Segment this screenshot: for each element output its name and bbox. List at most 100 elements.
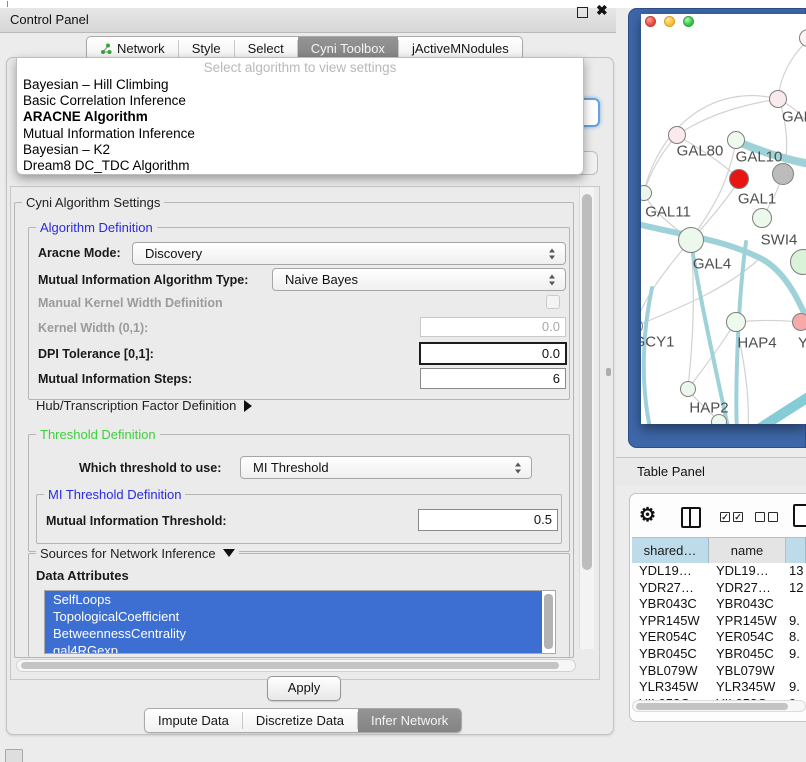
node-label-gal: GAL (782, 109, 806, 126)
table-row[interactable]: YDR27…YDR27…12 (632, 580, 806, 597)
data-attribute-topologicalcoefficient[interactable]: TopologicalCoefficient (45, 608, 542, 625)
apply-button[interactable]: Apply (267, 676, 341, 701)
table-column-header-name[interactable]: name (709, 538, 786, 563)
which-threshold-value: MI Threshold (253, 460, 329, 475)
dropdown-prompt: Select algorithm to view settings (17, 60, 583, 75)
network-node-hap4[interactable] (726, 312, 746, 332)
attribute-list-scrollbar-thumb[interactable] (544, 594, 553, 649)
mi-steps-field[interactable]: 6 (420, 368, 566, 389)
network-node-y[interactable] (792, 313, 806, 331)
data-attribute-gal4rgexp[interactable]: gal4RGexp (45, 642, 542, 654)
mac-close-button[interactable] (645, 16, 656, 27)
algorithm-option-bayesian-k2[interactable]: Bayesian – K2 (23, 142, 577, 158)
stepper-arrows-icon (549, 274, 556, 285)
bottom-left-grip[interactable] (5, 749, 23, 762)
network-nodes-layer: GALGAL80GAL10GAL1GAL11SWI4GAL4GCY1HAP4YH… (641, 14, 806, 424)
table-row[interactable]: YPR145WYPR145W9. (632, 613, 806, 630)
network-node-swi4[interactable] (752, 208, 772, 228)
table-cell: YLR345W (709, 679, 786, 696)
sources-toggle[interactable]: Sources for Network Inference (36, 546, 239, 561)
aracne-mode-label: Aracne Mode: (38, 246, 121, 260)
network-node-gal11[interactable] (641, 185, 652, 201)
table-row[interactable]: YLR345WYLR345W9. (632, 679, 806, 696)
table-cell: YPR145W (709, 613, 786, 630)
table-column-header[interactable] (786, 538, 806, 563)
tab-discretize-data[interactable]: Discretize Data (243, 709, 357, 732)
page-icon[interactable] (793, 504, 806, 527)
unchecked-checkbox-icon[interactable] (768, 512, 778, 522)
checked-checkbox-icon[interactable]: ✓ (720, 512, 730, 522)
algorithm-definition-title: Algorithm Definition (36, 220, 157, 235)
network-node[interactable] (799, 29, 806, 47)
network-node-gal4[interactable] (678, 227, 704, 253)
table-row[interactable]: YBL079WYBL079W (632, 663, 806, 680)
table-row[interactable]: YBR045CYBR045C9. (632, 646, 806, 663)
algorithm-option-mutual-information-inference[interactable]: Mutual Information Inference (23, 126, 577, 142)
manual-kernel-checkbox[interactable] (546, 295, 560, 309)
unchecked-checkbox-icon[interactable] (755, 512, 765, 522)
settings-horizontal-scrollbar[interactable] (16, 659, 576, 672)
table-scrollbar-thumb[interactable] (636, 703, 788, 710)
table-row[interactable]: YBR043CYBR043C (632, 596, 806, 613)
table-cell: 9. (786, 679, 806, 696)
network-node[interactable] (711, 414, 727, 424)
data-attribute-selfloops[interactable]: SelfLoops (45, 591, 542, 608)
tab-infer-network[interactable]: Infer Network (358, 709, 461, 732)
mi-threshold-field[interactable]: 0.5 (418, 509, 558, 531)
checked-checkbox-icon[interactable]: ✓ (733, 512, 743, 522)
data-attribute-betweennesscentrality[interactable]: BetweennessCentrality (45, 625, 542, 642)
table-header-row: shared…name (632, 537, 806, 564)
hub-definition-toggle[interactable]: Hub/Transcription Factor Definition (36, 398, 252, 413)
panel-divider-grip[interactable] (606, 368, 611, 376)
network-node-gal80[interactable] (668, 126, 686, 144)
close-panel-icon[interactable]: ✖ (596, 2, 608, 19)
mi-steps-label: Mutual Information Steps: (38, 372, 192, 386)
which-threshold-combo[interactable]: MI Threshold (240, 456, 532, 479)
tab-impute-data[interactable]: Impute Data (145, 709, 242, 732)
kernel-width-field[interactable]: 0.0 (420, 317, 566, 337)
cyni-bottom-tabs: Impute Data Discretize Data Infer Network (144, 708, 462, 733)
horizontal-scrollbar-thumb[interactable] (21, 662, 559, 669)
aracne-mode-combo[interactable]: Discovery (132, 242, 566, 265)
data-attributes-list[interactable]: SelfLoopsTopologicalCoefficientBetweenne… (44, 590, 556, 654)
stepper-arrows-icon (549, 248, 556, 259)
network-node-gal1[interactable] (729, 169, 749, 189)
mac-minimize-button[interactable] (664, 16, 675, 27)
algorithm-option-basic-correlation-inference[interactable]: Basic Correlation Inference (23, 93, 577, 109)
table-row[interactable]: YDL19…YDL19…13 (632, 563, 806, 580)
table-cell: 9. (786, 646, 806, 663)
tab-label: Impute Data (158, 713, 229, 728)
node-label-hap4: HAP4 (737, 335, 776, 352)
data-attributes-label: Data Attributes (36, 568, 129, 583)
table-row[interactable]: YER054CYER054C8. (632, 629, 806, 646)
which-threshold-label: Which threshold to use: (79, 461, 221, 475)
gear-icon[interactable]: ⚙ (639, 504, 656, 527)
top-tick (7, 1, 8, 7)
network-node-gal10[interactable] (727, 131, 745, 149)
network-node-gal[interactable] (769, 90, 787, 108)
node-label-swi4: SWI4 (761, 232, 798, 249)
threshold-definition-title: Threshold Definition (36, 427, 160, 442)
float-panel-icon[interactable] (577, 7, 588, 18)
settings-vertical-scrollbar[interactable] (579, 187, 594, 649)
tab-label: Discretize Data (256, 713, 344, 728)
algorithm-option-bayesian-hill-climbing[interactable]: Bayesian – Hill Climbing (23, 77, 577, 93)
table-horizontal-scrollbar[interactable] (632, 700, 806, 712)
dpi-tolerance-field[interactable]: 0.0 (419, 342, 567, 365)
network-node-gcy1[interactable] (641, 318, 643, 334)
network-canvas[interactable]: GALGAL80GAL10GAL1GAL11SWI4GAL4GCY1HAP4YH… (641, 14, 806, 424)
table-cell: 13 (786, 563, 806, 580)
mac-zoom-button[interactable] (683, 16, 694, 27)
table-column-header-shared-[interactable]: shared… (632, 538, 709, 563)
network-node[interactable] (772, 163, 794, 185)
network-node-hap2[interactable] (680, 381, 696, 397)
mi-type-combo[interactable]: Naive Bayes (272, 268, 566, 291)
columns-icon[interactable] (681, 507, 701, 528)
algorithm-dropdown-popup: Select algorithm to view settings Bayesi… (16, 57, 584, 175)
algorithm-option-dream8-dc-tdc-algorithm[interactable]: Dream8 DC_TDC Algorithm (23, 158, 577, 174)
table-cell: YBL079W (632, 663, 709, 680)
mi-type-label: Mutual Information Algorithm Type: (38, 273, 248, 287)
algorithm-option-aracne-algorithm[interactable]: ARACNE Algorithm (23, 109, 577, 125)
network-node[interactable] (790, 249, 806, 275)
vertical-scrollbar-thumb[interactable] (582, 194, 592, 570)
